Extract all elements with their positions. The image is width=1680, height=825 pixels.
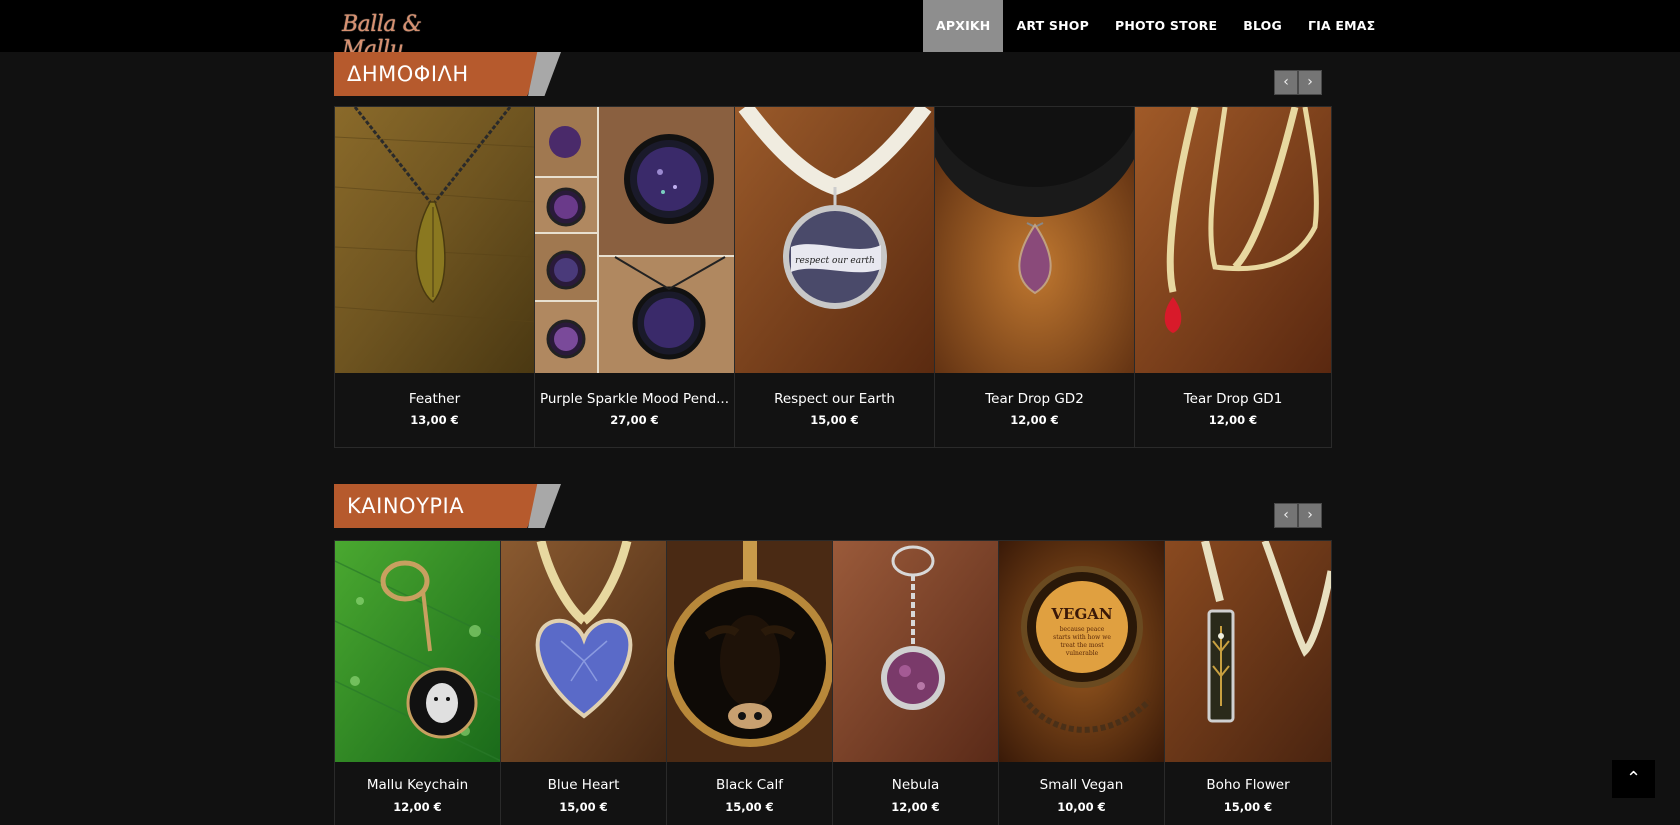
product-card[interactable]: Blue Heart 15,00 €: [501, 541, 667, 825]
product-image-boho-flower[interactable]: [1165, 541, 1331, 762]
new-prev-button[interactable]: ‹: [1274, 503, 1298, 528]
vegan-line-4: vulnerable: [1065, 650, 1099, 657]
boho-flower-photo: [1165, 541, 1331, 762]
nav-item-about[interactable]: ΓΙΑ ΕΜΑΣ: [1295, 0, 1388, 52]
product-price: 15,00 €: [1223, 800, 1273, 814]
product-card[interactable]: Tear Drop GD1 12,00 €: [1135, 107, 1331, 447]
product-image-black-calf[interactable]: [667, 541, 832, 762]
popular-carousel-controls: ‹ ›: [1274, 70, 1322, 95]
respect-earth-engraving: respect our earth: [795, 256, 875, 266]
product-name[interactable]: Black Calf: [667, 777, 832, 793]
product-price: 12,00 €: [1208, 413, 1258, 427]
new-next-button[interactable]: ›: [1298, 503, 1322, 528]
product-card[interactable]: Purple Sparkle Mood Pend... 27,00 €: [535, 107, 735, 447]
main-nav: ΑΡΧΙΚΗ ART SHOP PHOTO STORE BLOG ΓΙΑ ΕΜΑ…: [923, 0, 1388, 52]
product-price: 15,00 €: [559, 800, 608, 814]
vegan-line-2: starts with how we: [1053, 634, 1111, 641]
product-price: 12,00 €: [393, 800, 442, 814]
product-price: 12,00 €: [1010, 413, 1059, 427]
product-card[interactable]: VEGAN because peace starts with how we t…: [999, 541, 1165, 825]
mallu-keychain-photo: [335, 541, 500, 762]
product-price: 27,00 €: [610, 413, 659, 427]
product-image-mallu-keychain[interactable]: [335, 541, 500, 762]
popular-prev-button[interactable]: ‹: [1274, 70, 1298, 95]
product-name[interactable]: Respect our Earth: [735, 391, 934, 407]
new-products-grid: Mallu Keychain 12,00 € Blue Heart 15,00 …: [334, 540, 1332, 825]
product-price: 13,00 €: [410, 413, 459, 427]
purple-sparkle-collage-photo: [535, 107, 734, 373]
vegan-title-text: VEGAN: [1050, 605, 1113, 623]
product-price: 10,00 €: [1057, 800, 1106, 814]
product-card[interactable]: Tear Drop GD2 12,00 €: [935, 107, 1135, 447]
new-section-banner: ΚΑΙΝΟΥΡΙΑ: [334, 484, 561, 532]
black-calf-photo: [667, 541, 832, 762]
product-name[interactable]: Mallu Keychain: [335, 777, 500, 793]
top-header: Balla & Mallu ΑΡΧΙΚΗ ART SHOP PHOTO STOR…: [0, 0, 1680, 62]
popular-next-button[interactable]: ›: [1298, 70, 1322, 95]
site-logo[interactable]: Balla & Mallu: [342, 6, 462, 62]
blue-heart-photo: [501, 541, 666, 762]
product-image-purple-sparkle[interactable]: [535, 107, 734, 373]
popular-section-title: ΔΗΜΟΦΙΛΗ: [347, 62, 469, 86]
product-name[interactable]: Tear Drop GD2: [935, 391, 1134, 407]
product-card[interactable]: Feather 13,00 €: [335, 107, 535, 447]
product-image-blue-heart[interactable]: [501, 541, 666, 762]
nav-item-art-shop[interactable]: ART SHOP: [1003, 0, 1101, 52]
product-card[interactable]: respect our earth Respect our Earth 15,0…: [735, 107, 935, 447]
tear-drop-gd1-photo: [1135, 107, 1331, 373]
popular-section-banner: ΔΗΜΟΦΙΛΗ: [334, 52, 561, 100]
respect-earth-pendant-photo: respect our earth: [735, 107, 934, 373]
product-image-nebula[interactable]: [833, 541, 998, 762]
product-price: 15,00 €: [725, 800, 774, 814]
product-name[interactable]: Boho Flower: [1165, 777, 1331, 793]
new-carousel-controls: ‹ ›: [1274, 503, 1322, 528]
product-name[interactable]: Nebula: [833, 777, 998, 793]
product-image-tear-drop-gd2[interactable]: [935, 107, 1134, 373]
chevron-up-icon: ⌃: [1625, 768, 1642, 789]
product-image-respect-earth[interactable]: respect our earth: [735, 107, 934, 373]
product-price: 15,00 €: [810, 413, 859, 427]
product-name[interactable]: Blue Heart: [501, 777, 666, 793]
product-card[interactable]: Nebula 12,00 €: [833, 541, 999, 825]
product-price: 12,00 €: [891, 800, 940, 814]
product-name[interactable]: Tear Drop GD1: [1135, 391, 1331, 407]
nav-item-blog[interactable]: BLOG: [1230, 0, 1295, 52]
nav-item-home[interactable]: ΑΡΧΙΚΗ: [923, 0, 1004, 52]
vegan-line-3: treat the most: [1060, 642, 1104, 649]
product-name[interactable]: Small Vegan: [999, 777, 1164, 793]
product-name[interactable]: Purple Sparkle Mood Pend...: [535, 391, 734, 407]
product-card[interactable]: Black Calf 15,00 €: [667, 541, 833, 825]
product-image-tear-drop-gd1[interactable]: [1135, 107, 1331, 373]
feather-pendant-photo: [335, 107, 534, 373]
popular-products-grid: Feather 13,00 € Purple Sparkle Mood Pend…: [334, 106, 1332, 448]
nav-item-photo-store[interactable]: PHOTO STORE: [1102, 0, 1230, 52]
tear-drop-gd2-photo: [935, 107, 1134, 373]
product-name[interactable]: Feather: [335, 391, 534, 407]
small-vegan-photo: VEGAN because peace starts with how we t…: [999, 541, 1164, 762]
product-card[interactable]: Mallu Keychain 12,00 €: [335, 541, 501, 825]
product-image-feather[interactable]: [335, 107, 534, 373]
scroll-to-top-button[interactable]: ⌃: [1612, 760, 1655, 798]
product-card[interactable]: Boho Flower 15,00 €: [1165, 541, 1331, 825]
product-image-small-vegan[interactable]: VEGAN because peace starts with how we t…: [999, 541, 1164, 762]
vegan-line-1: because peace: [1060, 626, 1105, 633]
nebula-photo: [833, 541, 998, 762]
new-section-title: ΚΑΙΝΟΥΡΙΑ: [347, 494, 465, 518]
